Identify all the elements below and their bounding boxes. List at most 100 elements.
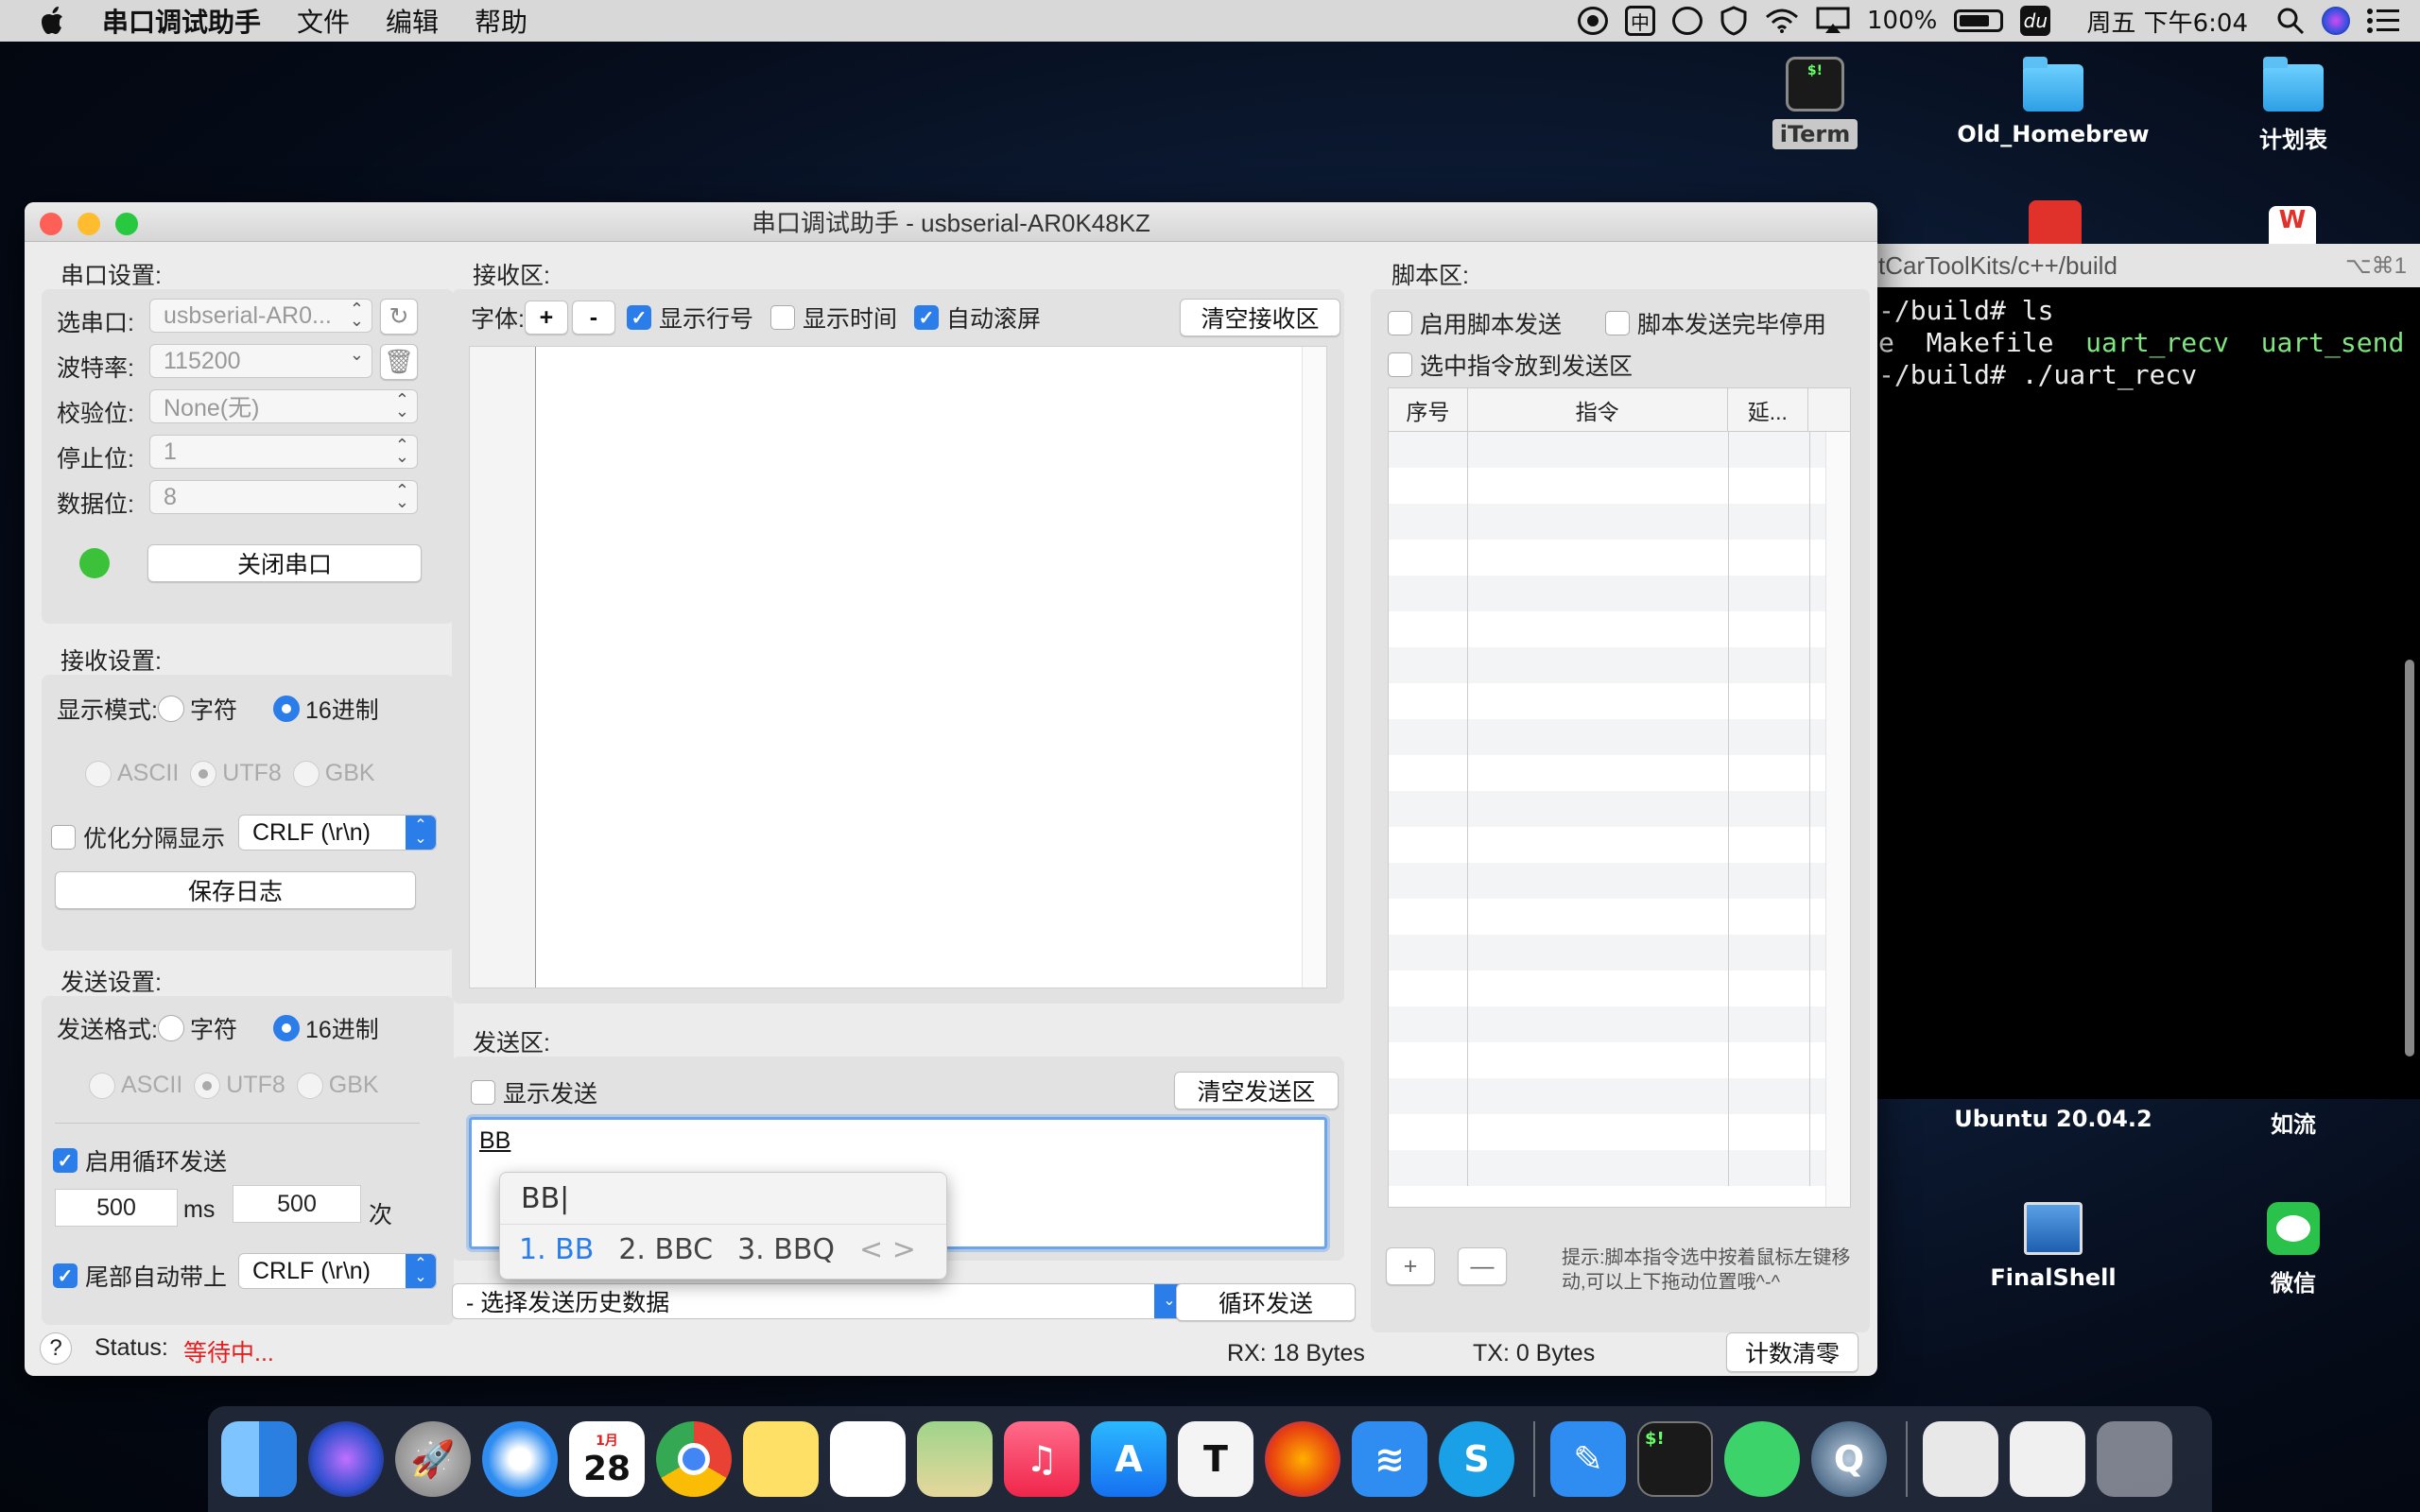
parity-select[interactable]: None(无) ⌃ ⌄ <box>149 389 418 423</box>
send-utf8-radio[interactable] <box>194 1072 221 1099</box>
stop-bits-select[interactable]: 1 ⌃ ⌄ <box>149 435 418 469</box>
loop-send-checkbox[interactable]: ✓ <box>53 1148 78 1173</box>
desktop-finalshell[interactable]: FinalShell <box>1940 1202 2167 1291</box>
clock[interactable]: 周五 下午6:04 <box>2086 4 2248 39</box>
lark-icon[interactable]: ≋ <box>1352 1421 1427 1497</box>
display-char-radio[interactable] <box>157 696 184 722</box>
optimize-checkbox[interactable] <box>51 825 76 850</box>
table-row[interactable] <box>1389 827 1850 863</box>
help-button[interactable]: ? <box>40 1332 72 1365</box>
finder-icon[interactable] <box>221 1421 297 1497</box>
data-bits-select[interactable]: 8 ⌃ ⌄ <box>149 480 418 514</box>
table-row[interactable] <box>1389 1078 1850 1114</box>
desktop-folder-old-homebrew[interactable]: Old_Homebrew <box>1940 57 2167 147</box>
enable-script-checkbox[interactable] <box>1388 311 1412 335</box>
app-store-icon[interactable]: A <box>1091 1421 1167 1497</box>
terminal-window[interactable]: tCarToolKits/c++/build ⌥⌘1 -/build# ls e… <box>1876 244 2420 1099</box>
menu-help[interactable]: 帮助 <box>475 2 527 40</box>
search-tool-icon[interactable] <box>1672 7 1703 35</box>
col-delay-header[interactable]: 延... <box>1728 388 1809 431</box>
table-row[interactable] <box>1389 468 1850 504</box>
document-icon[interactable] <box>1923 1421 1998 1497</box>
ime-candidate-popup[interactable]: BB| 1. BB 2. BBC 3. BBQ < > <box>499 1172 947 1280</box>
recv-line-ending-select[interactable]: CRLF (\r\n) ⌃ ⌄ <box>238 815 437 850</box>
table-row[interactable] <box>1389 1006 1850 1042</box>
minimize-window-button[interactable] <box>78 213 100 235</box>
launchpad-icon[interactable]: 🚀 <box>395 1421 471 1497</box>
desktop-wechat[interactable]: 微信 <box>2180 1202 2407 1297</box>
chrome-icon[interactable] <box>656 1421 732 1497</box>
table-row[interactable] <box>1389 432 1850 468</box>
recv-ascii-radio[interactable] <box>85 760 112 787</box>
menu-edit[interactable]: 编辑 <box>386 2 439 40</box>
send-ascii-radio[interactable] <box>89 1072 115 1099</box>
send-line-ending-select[interactable]: CRLF (\r\n) ⌃ ⌄ <box>238 1253 437 1289</box>
table-row[interactable] <box>1389 719 1850 755</box>
recv-utf8-radio[interactable] <box>190 760 217 787</box>
table-row[interactable] <box>1389 540 1850 576</box>
table-row[interactable] <box>1389 935 1850 971</box>
baud-select[interactable]: 115200 ⌄ <box>149 344 372 378</box>
desktop-ruliu[interactable]: 如流 <box>2180 1087 2407 1139</box>
tail-checkbox[interactable]: ✓ <box>53 1263 78 1288</box>
display-hex-radio[interactable] <box>272 696 300 722</box>
table-row[interactable] <box>1389 1150 1850 1186</box>
reminders-icon[interactable] <box>830 1421 906 1497</box>
apple-icon[interactable] <box>40 6 68 36</box>
font-decrease-button[interactable]: - <box>571 301 615 335</box>
table-row[interactable] <box>1389 647 1850 683</box>
send-history-select[interactable]: - 选择发送历史数据 ⌄ <box>452 1283 1185 1319</box>
table-row[interactable] <box>1389 791 1850 827</box>
serial-assistant-dock-icon[interactable] <box>1724 1421 1800 1497</box>
firefox-icon[interactable] <box>1265 1421 1340 1497</box>
safari-icon[interactable] <box>482 1421 558 1497</box>
clear-receive-button[interactable]: 清空接收区 <box>1180 299 1340 336</box>
show-time-checkbox[interactable] <box>769 305 795 330</box>
desktop-iterm[interactable]: $! iTerm <box>1702 57 1928 149</box>
save-log-button[interactable]: 保存日志 <box>55 871 416 909</box>
loop-count-input[interactable]: 500 <box>233 1185 361 1223</box>
send-gbk-radio[interactable] <box>296 1072 323 1099</box>
menu-app-name[interactable]: 串口调试助手 <box>102 2 261 40</box>
loop-interval-input[interactable]: 500 <box>55 1189 178 1227</box>
add-script-button[interactable]: + <box>1386 1247 1435 1285</box>
send-hex-radio[interactable] <box>272 1015 300 1041</box>
table-row[interactable] <box>1389 611 1850 647</box>
desktop-wps-icon[interactable]: W <box>2269 206 2316 244</box>
downloads-stack-icon[interactable] <box>2010 1421 2085 1497</box>
font-increase-button[interactable]: + <box>524 301 568 335</box>
airplay-icon[interactable] <box>1816 7 1850 35</box>
window-titlebar[interactable]: 串口调试助手 - usbserial-AR0K48KZ <box>25 202 1877 242</box>
zoom-window-button[interactable] <box>115 213 138 235</box>
ime-candidate[interactable]: 1. BB <box>519 1233 594 1266</box>
send-char-radio[interactable] <box>157 1015 184 1041</box>
table-row[interactable] <box>1389 899 1850 935</box>
script-table[interactable]: 序号 指令 延... <box>1388 387 1851 1208</box>
table-row[interactable] <box>1389 683 1850 719</box>
pencil-app-icon[interactable]: ✎ <box>1550 1421 1626 1497</box>
record-icon[interactable] <box>1578 7 1608 35</box>
menu-file[interactable]: 文件 <box>297 2 350 40</box>
notes-icon[interactable] <box>743 1421 819 1497</box>
notification-center-icon[interactable] <box>2367 8 2399 34</box>
typora-icon[interactable]: T <box>1178 1421 1253 1497</box>
remove-script-button[interactable]: — <box>1458 1247 1507 1285</box>
du-icon[interactable]: du <box>2020 6 2051 36</box>
iterm-dock-icon[interactable]: $! <box>1637 1421 1713 1497</box>
col-command-header[interactable]: 指令 <box>1468 388 1728 431</box>
close-window-button[interactable] <box>40 213 62 235</box>
terminal-scrollbar[interactable] <box>2405 660 2414 1057</box>
col-index-header[interactable]: 序号 <box>1389 388 1468 431</box>
receive-scrollbar[interactable] <box>1302 347 1326 988</box>
receive-text-area[interactable] <box>469 346 1327 988</box>
refresh-port-button[interactable]: ↻ <box>380 299 418 335</box>
serial-assistant-window[interactable]: 串口调试助手 - usbserial-AR0K48KZ 串口设置: 选串口: u… <box>25 202 1877 1376</box>
script-table-scrollbar[interactable] <box>1825 432 1850 1207</box>
skype-icon[interactable]: S <box>1439 1421 1514 1497</box>
spotlight-search-icon[interactable] <box>2276 7 2305 35</box>
ime-page-nav[interactable]: < > <box>859 1233 916 1266</box>
ime-candidate[interactable]: 2. BBC <box>618 1233 713 1266</box>
table-row[interactable] <box>1389 504 1850 540</box>
quicktime-icon[interactable]: Q <box>1811 1421 1887 1497</box>
siri-icon[interactable] <box>2322 7 2350 35</box>
